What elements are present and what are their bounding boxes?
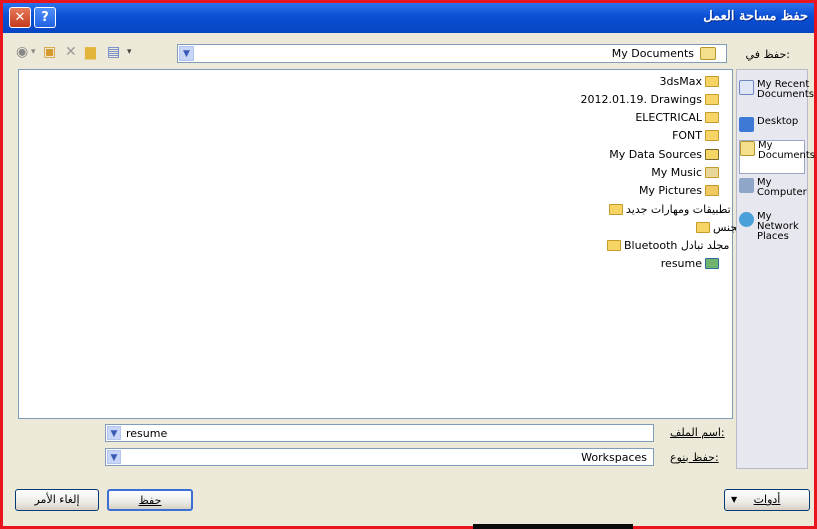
file-name: Bluetooth مجلد تبادل bbox=[624, 239, 730, 252]
filetype-select[interactable]: ▼ Workspaces bbox=[105, 448, 654, 466]
place-label: My Recent Documents bbox=[757, 79, 815, 100]
pictures-folder-icon bbox=[705, 185, 719, 196]
place-label: Desktop bbox=[757, 116, 799, 127]
list-item[interactable]: FONT bbox=[672, 127, 719, 144]
filename-value: resume bbox=[126, 427, 168, 440]
my-documents-icon bbox=[700, 47, 716, 60]
delete-icon[interactable]: ✕ bbox=[65, 45, 77, 59]
list-item[interactable]: 3dsMax bbox=[660, 73, 719, 90]
place-network-places[interactable]: My Network Places bbox=[739, 212, 805, 242]
file-list[interactable]: 3dsMax 2012.01.19. Drawings ELECTRICAL F… bbox=[18, 69, 750, 419]
cancel-label: إلغاء الأمر bbox=[34, 493, 80, 506]
workspace-file-icon bbox=[705, 258, 719, 269]
lookin-select[interactable]: ▼ My Documents bbox=[177, 44, 727, 63]
place-desktop[interactable]: Desktop bbox=[739, 117, 805, 132]
music-folder-icon bbox=[705, 167, 719, 178]
cancel-button[interactable]: إلغاء الأمر bbox=[15, 489, 99, 511]
file-name: resume bbox=[660, 257, 702, 270]
data-sources-folder-icon bbox=[705, 149, 719, 160]
filename-input[interactable]: ▼ resume bbox=[105, 424, 654, 442]
title-bar: ✕ ? حفظ مساحة العمل bbox=[3, 3, 814, 33]
place-label: My Documents bbox=[758, 140, 816, 161]
save-button[interactable]: حفظ bbox=[107, 489, 193, 511]
list-item[interactable]: تطبيقات ومهارات جديد bbox=[609, 201, 731, 218]
up-folder-icon[interactable]: ▣ bbox=[43, 45, 56, 59]
save-label: حفظ bbox=[138, 494, 162, 507]
back-dropdown-icon[interactable]: ▾ bbox=[31, 45, 36, 59]
window-title: حفظ مساحة العمل bbox=[703, 9, 808, 24]
help-button[interactable]: ? bbox=[34, 7, 56, 28]
close-button[interactable]: ✕ bbox=[9, 7, 31, 28]
place-my-documents[interactable]: My Documents bbox=[739, 140, 815, 174]
file-name: تطبيقات ومهارات جديد bbox=[626, 203, 731, 216]
views-icon[interactable]: ▤ bbox=[107, 45, 120, 59]
views-dropdown-icon[interactable]: ▾ bbox=[127, 45, 132, 59]
list-item[interactable]: Bluetooth مجلد تبادل bbox=[607, 237, 729, 254]
recent-documents-icon bbox=[739, 80, 754, 95]
list-item[interactable]: My Pictures bbox=[639, 182, 719, 199]
network-places-icon bbox=[739, 212, 754, 227]
folder-icon bbox=[696, 222, 710, 233]
tools-button[interactable]: ▼ أدوات bbox=[724, 489, 810, 511]
my-documents-icon bbox=[740, 141, 755, 156]
file-name: My Pictures bbox=[638, 184, 702, 197]
file-name: My Music bbox=[651, 166, 702, 179]
place-label: My Network Places bbox=[757, 211, 799, 242]
list-item[interactable]: ELECTRICAL bbox=[635, 109, 719, 126]
list-item[interactable]: My Music bbox=[651, 164, 719, 181]
file-name: My Data Sources bbox=[609, 148, 702, 161]
chevron-down-icon[interactable]: ▼ bbox=[179, 46, 194, 61]
toolbar: ◉ ▾ ▣ ✕ ▆ ▤ ▾ ▼ My Documents حفظ في: bbox=[3, 39, 814, 67]
place-my-computer[interactable]: My Computer bbox=[739, 177, 807, 198]
chevron-down-icon[interactable]: ▼ bbox=[107, 426, 121, 440]
bottom-edge bbox=[473, 524, 633, 529]
place-recent-documents[interactable]: My Recent Documents bbox=[739, 80, 814, 100]
chevron-down-icon[interactable]: ▼ bbox=[107, 450, 121, 464]
folder-icon bbox=[705, 76, 719, 87]
new-folder-icon[interactable]: ▆ bbox=[85, 45, 96, 59]
filetype-label: حفظ بنوع: bbox=[670, 451, 719, 464]
tools-label: أدوات bbox=[753, 493, 781, 506]
folder-icon bbox=[705, 112, 719, 123]
filename-label: اسم الملف: bbox=[670, 426, 725, 439]
file-name: 2012.01.19. Drawings bbox=[580, 93, 702, 106]
desktop-icon bbox=[739, 117, 754, 132]
list-item[interactable]: resume bbox=[661, 255, 719, 272]
folder-icon bbox=[607, 240, 621, 251]
save-dialog: ✕ ? حفظ مساحة العمل ◉ ▾ ▣ ✕ ▆ ▤ ▾ ▼ My D… bbox=[0, 0, 817, 529]
my-computer-icon bbox=[739, 178, 754, 193]
chevron-down-icon: ▼ bbox=[731, 495, 738, 504]
folder-icon bbox=[705, 94, 719, 105]
filetype-value: Workspaces bbox=[581, 451, 647, 464]
lookin-label: حفظ في: bbox=[745, 48, 790, 61]
folder-icon bbox=[705, 130, 719, 141]
back-icon[interactable]: ◉ bbox=[16, 45, 28, 59]
file-name: ELECTRICAL bbox=[635, 111, 702, 124]
list-item[interactable]: 2012.01.19. Drawings bbox=[581, 91, 719, 108]
file-name: FONT bbox=[672, 129, 702, 142]
folder-icon bbox=[609, 204, 623, 215]
file-name: 3dsMax bbox=[659, 75, 702, 88]
list-item[interactable]: My Data Sources bbox=[609, 146, 719, 163]
places-bar: My Recent Documents Desktop My Documents… bbox=[736, 69, 815, 469]
lookin-value: My Documents bbox=[611, 47, 694, 60]
place-label: My Computer bbox=[757, 177, 807, 198]
